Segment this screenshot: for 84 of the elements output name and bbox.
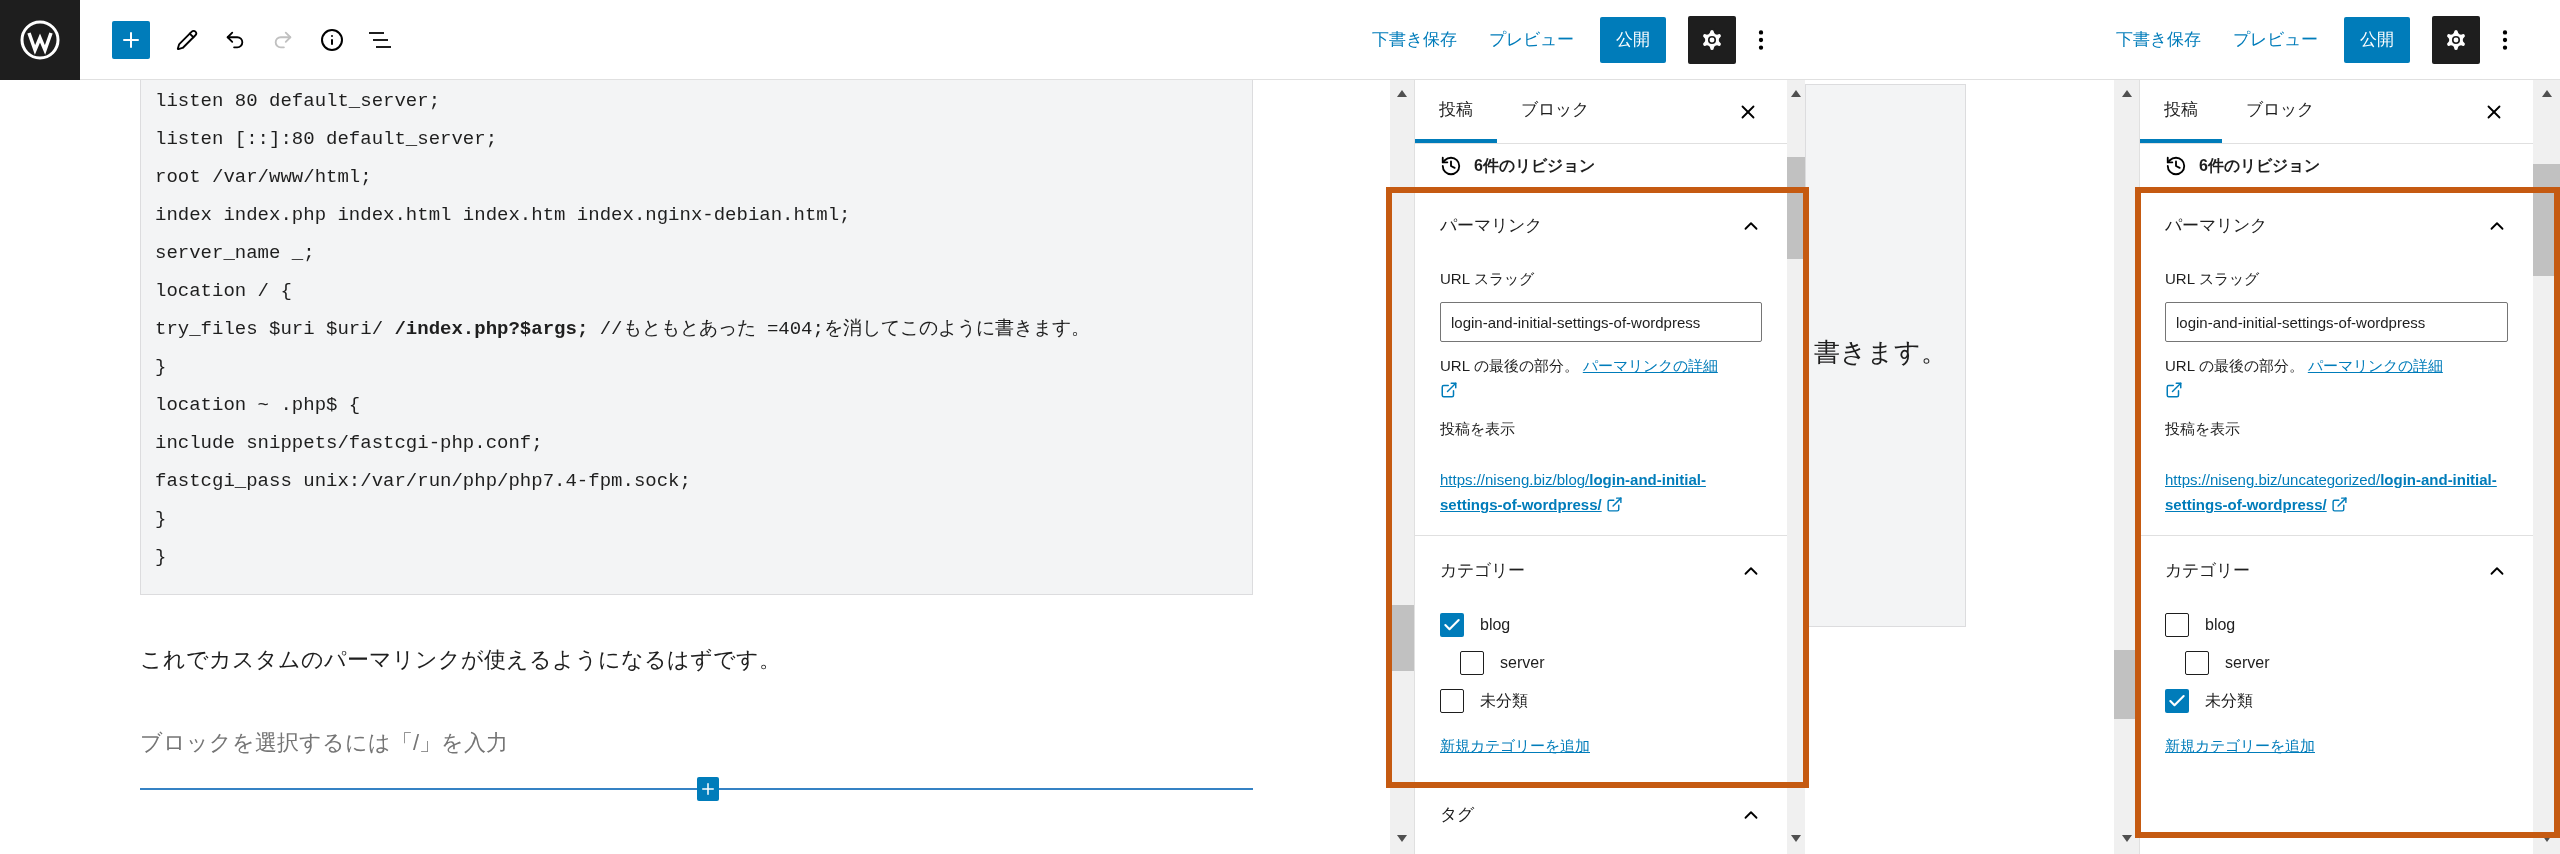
code-line: location / { bbox=[155, 279, 293, 304]
revisions-icon[interactable] bbox=[1440, 155, 1462, 177]
add-block-button[interactable] bbox=[112, 20, 150, 59]
slug-input-field[interactable]: login-and-initial-settings-of-wordpress bbox=[1440, 302, 1762, 342]
checkbox[interactable] bbox=[1440, 613, 1464, 637]
code-line: listen [::]:80 default_server; bbox=[155, 127, 499, 152]
slug-label: URL スラッグ bbox=[1440, 269, 1535, 289]
save-draft-button[interactable]: 下書き保存 bbox=[1372, 26, 1457, 53]
code-line: try_files $uri $uri/ /index.php?$args; //もともとあった =404;を消してこのように書きます。 bbox=[155, 317, 1091, 342]
external-link-icon[interactable] bbox=[1440, 381, 1458, 399]
checkbox[interactable] bbox=[1460, 651, 1484, 675]
revisions-button[interactable]: 6件のリビジョン bbox=[2199, 154, 2320, 178]
slug-label: URL スラッグ bbox=[2165, 269, 2260, 289]
code-line: server_name _; bbox=[155, 241, 316, 266]
add-category-link[interactable]: 新規カテゴリーを追加 bbox=[1440, 734, 1590, 758]
preview-button[interactable]: プレビュー bbox=[2233, 26, 2318, 53]
logo-icon[interactable] bbox=[0, 0, 80, 80]
code-line: } bbox=[155, 545, 168, 570]
revisions-icon[interactable] bbox=[2165, 155, 2187, 177]
plus-icon bbox=[699, 780, 717, 798]
scroll-down-icon[interactable] bbox=[1791, 835, 1801, 842]
category-label[interactable]: 未分類 bbox=[2205, 689, 2253, 713]
checkbox[interactable] bbox=[2165, 613, 2189, 637]
code-line: root /var/www/html; bbox=[155, 165, 373, 190]
code-line: fastcgi_pass unix:/var/run/php/php7.4-fpm.sock; bbox=[155, 469, 692, 494]
scroll-up-icon[interactable] bbox=[2541, 90, 2552, 97]
panel-title[interactable]: タグ bbox=[1440, 802, 1474, 828]
category-label[interactable]: 未分類 bbox=[1480, 689, 1528, 713]
scroll-up-icon[interactable] bbox=[1791, 90, 1801, 97]
scrollbar-track[interactable] bbox=[1787, 80, 1805, 854]
code-text: 書きます。 bbox=[1814, 337, 1947, 367]
settings-button[interactable] bbox=[1688, 15, 1736, 64]
scroll-down-icon[interactable] bbox=[2121, 835, 2132, 842]
list-view-icon[interactable] bbox=[368, 29, 392, 50]
revisions-button[interactable]: 6件のリビジョン bbox=[1474, 154, 1595, 178]
external-link-icon[interactable] bbox=[2330, 496, 2348, 513]
insert-block-button[interactable] bbox=[697, 777, 719, 801]
publish-button[interactable]: 公開 bbox=[1600, 16, 1666, 63]
help-text: URL の最後の部分。 bbox=[2165, 357, 2304, 374]
paragraph: これでカスタムのパーマリンクが使えるようになるはずです。 bbox=[140, 646, 782, 674]
add-category-link[interactable]: 新規カテゴリーを追加 bbox=[2165, 734, 2315, 758]
category-label[interactable]: server bbox=[2225, 651, 2270, 675]
panel-title[interactable]: パーマリンク bbox=[2165, 213, 2267, 239]
info-icon[interactable] bbox=[320, 27, 344, 52]
scroll-up-icon[interactable] bbox=[2121, 90, 2132, 97]
scroll-up-icon[interactable] bbox=[1397, 90, 1407, 97]
slug-input-field[interactable]: login-and-initial-settings-of-wordpress bbox=[2165, 302, 2508, 342]
panel-title[interactable]: カテゴリー bbox=[2165, 558, 2250, 584]
category-label[interactable]: blog bbox=[1480, 613, 1511, 637]
checkbox[interactable] bbox=[1440, 689, 1464, 713]
view-post-label: 投稿を表示 bbox=[2165, 419, 2241, 439]
category-label[interactable]: server bbox=[1500, 651, 1545, 675]
code-line: location ~ .php$ { bbox=[155, 393, 362, 418]
sidebar-tab[interactable]: 投稿 bbox=[2140, 81, 2222, 143]
permalink-help-link[interactable]: パーマリンクの詳細 bbox=[2307, 357, 2443, 374]
sidebar-tab[interactable]: 投稿 bbox=[1415, 81, 1497, 143]
sidebar-tab[interactable]: ブロック bbox=[2222, 81, 2338, 143]
save-draft-button[interactable]: 下書き保存 bbox=[2116, 26, 2201, 53]
scroll-thumb[interactable] bbox=[1390, 605, 1414, 671]
help-text: URL の最後の部分。 bbox=[1440, 357, 1579, 374]
preview-button[interactable]: プレビュー bbox=[1489, 26, 1574, 53]
code-line: include snippets/fastcgi-php.conf; bbox=[155, 431, 544, 456]
external-link-icon[interactable] bbox=[2165, 381, 2183, 399]
view-post-label: 投稿を表示 bbox=[1440, 419, 1516, 439]
block-placeholder[interactable]: ブロックを選択するには「/」を入力 bbox=[140, 726, 1390, 759]
settings-button[interactable] bbox=[2432, 15, 2480, 64]
code-line: listen 80 default_server; bbox=[155, 89, 442, 114]
checkbox[interactable] bbox=[2185, 651, 2209, 675]
scroll-down-icon[interactable] bbox=[1397, 835, 1407, 842]
code-line: } bbox=[155, 355, 168, 380]
code-line: } bbox=[155, 507, 168, 532]
post-url-link[interactable]: https://niseng.biz/uncategorized/login-and-initial-settings-of-wordpress/ bbox=[2165, 467, 2508, 517]
panel-title[interactable]: カテゴリー bbox=[1440, 558, 1525, 584]
panel-title[interactable]: パーマリンク bbox=[1440, 213, 1542, 239]
edit-tool-icon[interactable] bbox=[176, 28, 198, 51]
external-link-icon[interactable] bbox=[1605, 496, 1623, 513]
code-line: index index.php index.html index.htm index.nginx-debian.html; bbox=[155, 203, 852, 228]
sidebar-tab[interactable]: ブロック bbox=[1497, 81, 1613, 143]
publish-button[interactable]: 公開 bbox=[2344, 16, 2410, 63]
permalink-help-link[interactable]: パーマリンクの詳細 bbox=[1582, 357, 1718, 374]
checkbox[interactable] bbox=[2165, 689, 2189, 713]
post-url-link[interactable]: https://niseng.biz/blog/login-and-initial-settings-of-wordpress/ bbox=[1440, 467, 1762, 517]
scrollbar-track[interactable] bbox=[1390, 80, 1414, 854]
category-label[interactable]: blog bbox=[2205, 613, 2236, 637]
